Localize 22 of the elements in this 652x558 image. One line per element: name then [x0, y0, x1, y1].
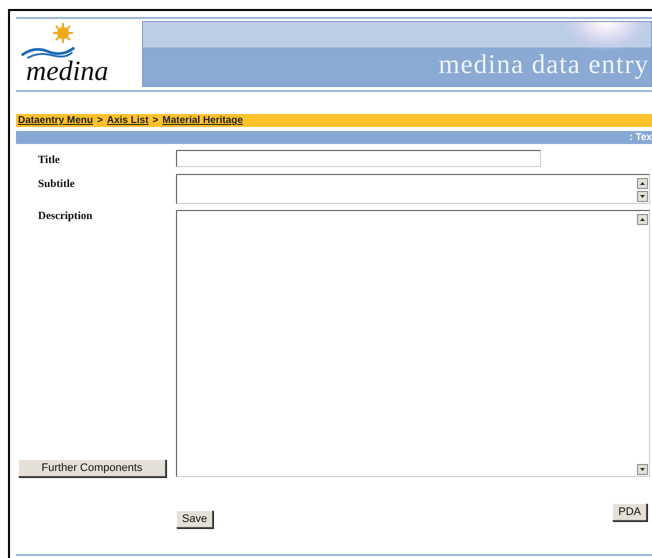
scroll-up-icon[interactable] [637, 214, 648, 225]
logo-text: medina [26, 60, 108, 84]
field-label: Description [37, 210, 94, 222]
section-label: : Tex [629, 132, 652, 143]
breadcrumb-separator: > [152, 115, 158, 126]
field-label: Title [37, 154, 60, 166]
scroll-up-icon[interactable] [637, 178, 648, 189]
input-field[interactable] [176, 150, 541, 167]
breadcrumb-link[interactable]: Axis List [106, 115, 149, 126]
breadcrumb-separator: > [97, 115, 103, 126]
banner-title: medina data entry [438, 51, 649, 81]
save-button[interactable]: Save [176, 510, 214, 528]
breadcrumb-link[interactable]: Material Heritage [162, 115, 243, 126]
field-label: Subtitle [37, 178, 75, 190]
breadcrumb-link[interactable]: Dataentry Menu [18, 115, 94, 126]
scroll-down-icon[interactable] [637, 464, 648, 475]
text-area[interactable] [176, 174, 650, 204]
further-components-button[interactable]: Further Components [18, 459, 166, 477]
scroll-down-icon[interactable] [637, 191, 648, 202]
wave-icon [18, 44, 78, 59]
pda-button[interactable]: PDA [612, 503, 647, 521]
sun-icon [52, 23, 74, 43]
